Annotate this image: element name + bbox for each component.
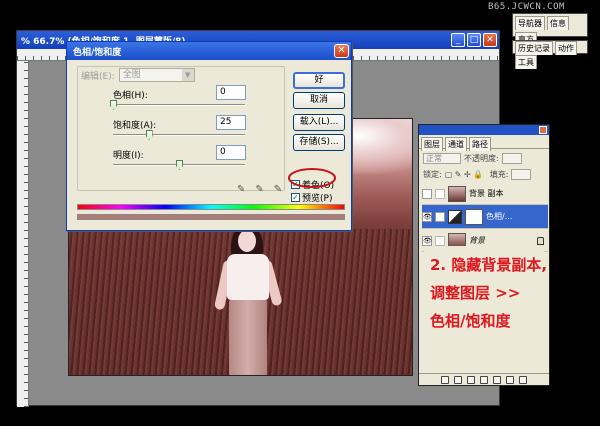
trash-icon[interactable] — [519, 375, 527, 384]
save-button[interactable]: 存储(S)... — [293, 134, 345, 151]
hue-slider-track[interactable] — [113, 104, 245, 106]
link-icon[interactable] — [435, 188, 445, 199]
maximize-button[interactable]: □ — [467, 33, 481, 47]
layer-row-hue-saturation[interactable]: 👁 色相/... — [422, 205, 548, 229]
link-layers-icon[interactable] — [441, 375, 449, 384]
edit-select-value: 全图 — [122, 70, 141, 80]
minimize-button[interactable]: _ — [451, 33, 465, 47]
layer-name: 背景 副本 — [469, 189, 504, 198]
lock-label: 锁定: — [423, 170, 442, 179]
eyedropper-minus-icon[interactable]: ✎ — [274, 184, 282, 195]
history-panel: 历史记录 动作工具 — [512, 40, 588, 69]
document-window-buttons: _ □ ✕ — [451, 33, 497, 47]
saturation-input[interactable]: 25 — [216, 115, 246, 130]
navigator-panel: 导航器信息直方 — [512, 13, 588, 46]
lock-icons[interactable]: ▢ ✎ ✢ 🔒 — [445, 170, 487, 179]
layer-name: 背景 — [469, 236, 485, 245]
eyedropper-plus-icon[interactable]: ✎ — [255, 184, 263, 195]
layer-thumbnail — [448, 185, 466, 202]
annotation-line-1: 2. 隐藏背景副本, — [430, 256, 548, 274]
girl-figure — [213, 224, 283, 375]
tab-navigator[interactable]: 导航器 — [515, 16, 545, 30]
tab-info[interactable]: 信息 — [547, 16, 569, 30]
result-tint-bar — [77, 214, 345, 220]
watermark: B65.JCWCN.COM — [488, 2, 565, 12]
lightness-label: 明度(I): — [113, 151, 144, 161]
blend-mode-select[interactable]: 正常 — [423, 153, 461, 164]
layers-panel-footer — [419, 373, 549, 385]
eye-icon[interactable]: 👁 — [422, 235, 432, 246]
hue-spectrum-bar — [77, 204, 345, 210]
tab-tools[interactable]: 工具 — [515, 55, 537, 69]
tab-channels[interactable]: 通道 — [445, 137, 467, 151]
new-adjustment-layer-icon[interactable] — [493, 375, 501, 384]
hue-input[interactable]: 0 — [216, 85, 246, 100]
screen-frame: B65.JCWCN.COM % 66.7% (色相/饱和度 1, 图层蒙版/8)… — [0, 0, 600, 426]
preview-label: 预览(P) — [302, 194, 333, 204]
fill-input[interactable] — [511, 169, 532, 180]
blend-opacity-row: 正常 不透明度: — [423, 153, 522, 164]
edit-select[interactable]: 全图 ▼ — [118, 68, 195, 82]
saturation-slider-track[interactable] — [113, 134, 245, 136]
lightness-input[interactable]: 0 — [216, 145, 246, 160]
add-mask-icon[interactable] — [467, 375, 475, 384]
panel-close-icon[interactable] — [539, 126, 547, 134]
annotation-note: 2. 隐藏背景副本, 调整图层 >> 色相/饱和度 — [424, 246, 548, 336]
tab-actions[interactable]: 动作 — [555, 41, 577, 55]
annotation-line-3: 色相/饱和度 — [430, 312, 511, 330]
girl-top — [227, 254, 269, 300]
dialog-title-text: 色相/饱和度 — [73, 48, 122, 58]
vertical-ruler — [17, 61, 29, 407]
layer-row-background-copy[interactable]: 背景 副本 — [422, 183, 548, 205]
dialog-close-button[interactable]: ✕ — [334, 44, 349, 58]
eyedropper-tools: ✎ ✎ ✎ — [237, 184, 282, 195]
chevron-down-icon: ▼ — [181, 69, 194, 81]
adjustment-layer-icon — [448, 209, 462, 224]
edit-label: 编辑(E): — [81, 71, 115, 82]
layer-name: 色相/... — [486, 212, 513, 221]
close-document-button[interactable]: ✕ — [483, 33, 497, 47]
ok-button[interactable]: 好 — [293, 72, 345, 89]
new-layer-icon[interactable] — [506, 375, 514, 384]
load-button[interactable]: 载入(L)... — [293, 114, 345, 131]
tab-history[interactable]: 历史记录 — [515, 41, 553, 55]
preview-check-icon: ✓ — [291, 193, 300, 202]
tab-layers[interactable]: 图层 — [421, 137, 443, 151]
adjustment-group — [77, 66, 285, 191]
layer-style-icon[interactable] — [454, 375, 462, 384]
link-icon[interactable] — [435, 235, 445, 246]
colorize-highlight-ring — [288, 168, 336, 188]
dialog-title: 色相/饱和度 ✕ — [67, 42, 351, 60]
cancel-button[interactable]: 取消 — [293, 92, 345, 109]
opacity-input[interactable] — [501, 153, 522, 164]
link-icon[interactable] — [435, 211, 445, 222]
annotation-line-2: 调整图层 >> — [430, 284, 521, 302]
opacity-label: 不透明度: — [464, 154, 499, 163]
preview-checkbox[interactable]: ✓ 预览(P) — [291, 191, 332, 204]
girl-face — [238, 230, 256, 252]
edit-row: 编辑(E): 全图 ▼ — [81, 68, 195, 82]
fill-label: 填充: — [489, 170, 509, 179]
layers-tabs: 图层 通道 路径 — [419, 135, 549, 151]
layer-mask-thumbnail[interactable] — [465, 208, 483, 225]
visibility-toggle-icon[interactable] — [422, 188, 432, 199]
eyedropper-icon[interactable]: ✎ — [237, 184, 245, 195]
lock-fill-row: 锁定: ▢ ✎ ✢ 🔒 填充: — [423, 169, 532, 180]
hue-label: 色相(H): — [113, 91, 148, 101]
saturation-label: 饱和度(A): — [113, 121, 157, 131]
lock-icon — [537, 236, 544, 245]
eye-icon[interactable]: 👁 — [422, 211, 432, 222]
new-group-icon[interactable] — [480, 375, 488, 384]
hue-saturation-dialog: 色相/饱和度 ✕ 编辑(E): 全图 ▼ 色相(H): 0 饱和度(A): 25… — [66, 41, 352, 231]
tab-paths[interactable]: 路径 — [469, 137, 491, 151]
girl-jeans — [229, 300, 267, 375]
layers-panel-titlebar — [419, 125, 549, 135]
